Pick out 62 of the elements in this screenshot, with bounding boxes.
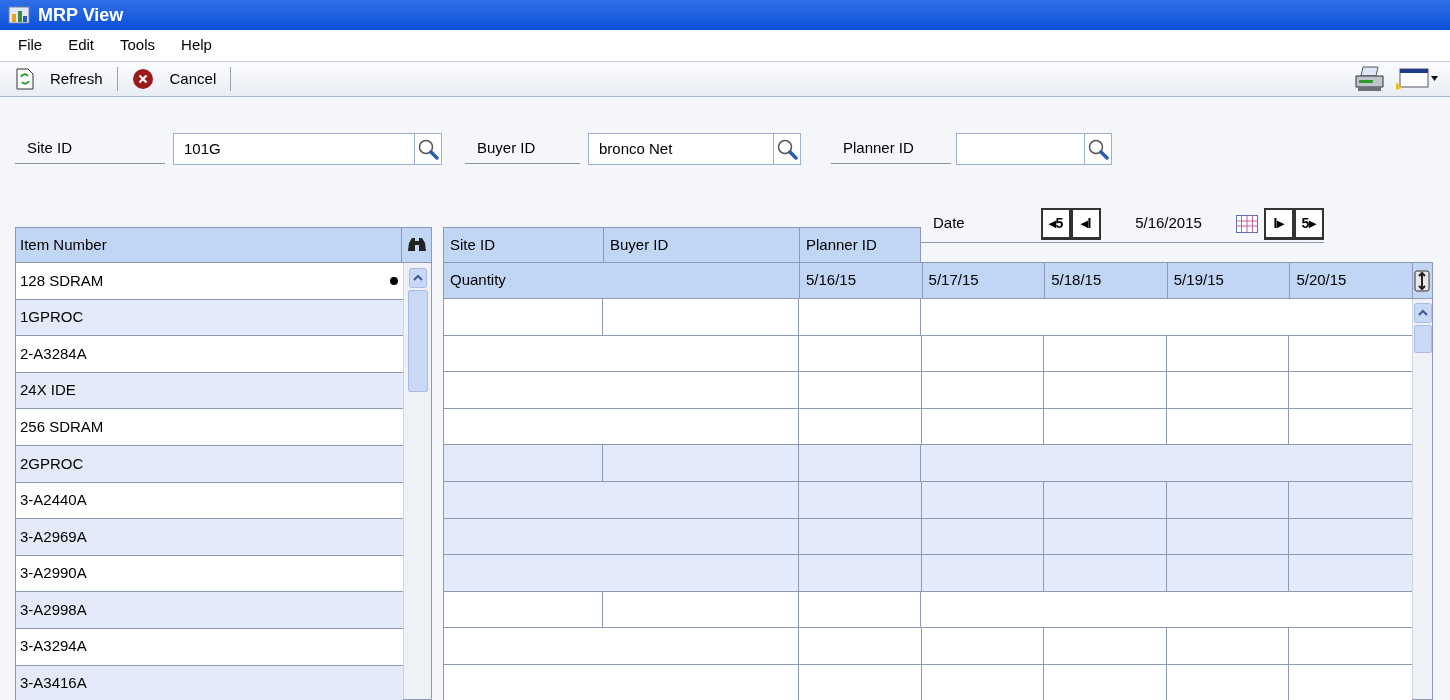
lookup-field[interactable] [956,133,1112,165]
menu-item[interactable]: Help [181,34,212,57]
item-row[interactable]: 2GPROC [16,445,403,483]
toolbar-button[interactable]: Refresh [12,64,107,94]
date-nav-button[interactable]: ◂I [1071,207,1101,240]
item-row[interactable]: 24X IDE [16,372,403,410]
window-dropdown-icon[interactable] [1394,66,1438,92]
field-label: Planner ID [831,134,951,164]
printer-icon[interactable] [1354,65,1386,93]
item-number: 2GPROC [20,453,84,474]
column-header: 5/18/15 [1044,263,1167,298]
item-number: 3-A2990A [20,563,87,584]
scroll-up-button[interactable] [408,268,427,288]
field-label: Site ID [15,134,165,164]
column-header: Quantity [449,270,507,291]
item-number: 3-A2969A [20,526,87,547]
menu-item[interactable]: Edit [68,34,95,57]
cancel-icon [131,68,154,90]
refresh-icon [16,68,34,90]
scroll-up-button[interactable] [1413,303,1432,323]
item-row[interactable]: 1GPROC [16,299,403,337]
item-number: 3-A3294A [20,636,87,657]
scrollbar[interactable] [1412,299,1432,699]
column-header: 5/17/15 [921,263,1045,298]
date-nav-button[interactable]: 5▸ [1294,207,1324,240]
search-icon [1087,138,1109,160]
calendar-icon[interactable] [1236,214,1258,233]
lookup-field[interactable]: 101G [173,133,442,165]
item-number: 2-A3284A [20,343,87,364]
column-header: 5/16/15 [799,263,922,298]
scroll-thumb[interactable] [407,290,428,392]
item-row[interactable]: 3-A2998A [16,592,403,629]
item-number: 3-A3416A [20,673,87,694]
field-label: Buyer ID [465,134,580,164]
date-nav-button[interactable]: ◂5 [1041,207,1071,240]
item-number: 24X IDE [20,380,76,401]
column-header: 5/19/15 [1166,263,1290,298]
toolbar-button[interactable]: Cancel [127,64,221,94]
scrollbar[interactable] [403,263,431,699]
menu-item[interactable]: Tools [120,34,156,57]
date-field[interactable]: 5/16/2015 [1101,212,1236,235]
search-icon [776,138,798,160]
item-number: 256 SDRAM [20,416,104,437]
item-number: 3-A2440A [20,490,87,511]
item-number: 128 SDRAM [20,270,104,291]
scroll-thumb[interactable] [1413,325,1432,353]
item-number: 1GPROC [20,307,84,328]
item-row[interactable]: 3-A3416A [16,665,403,700]
column-header: Item Number [19,234,108,255]
date-nav-button[interactable]: I▸ [1264,207,1294,240]
lookup-field[interactable]: bronco Net [588,133,801,165]
field-label: Date [932,213,966,234]
column-chooser-icon[interactable] [1414,269,1431,292]
window-title: MRP View [38,3,124,27]
item-number: 3-A2998A [20,599,87,620]
item-row[interactable]: 3-A2969A [16,519,403,556]
column-header: Site ID [449,234,496,255]
binoculars-icon[interactable] [406,237,427,253]
menu-item[interactable]: File [18,34,43,57]
column-header: 5/20/15 [1289,263,1412,298]
app-icon [8,5,30,25]
search-icon [417,138,439,160]
